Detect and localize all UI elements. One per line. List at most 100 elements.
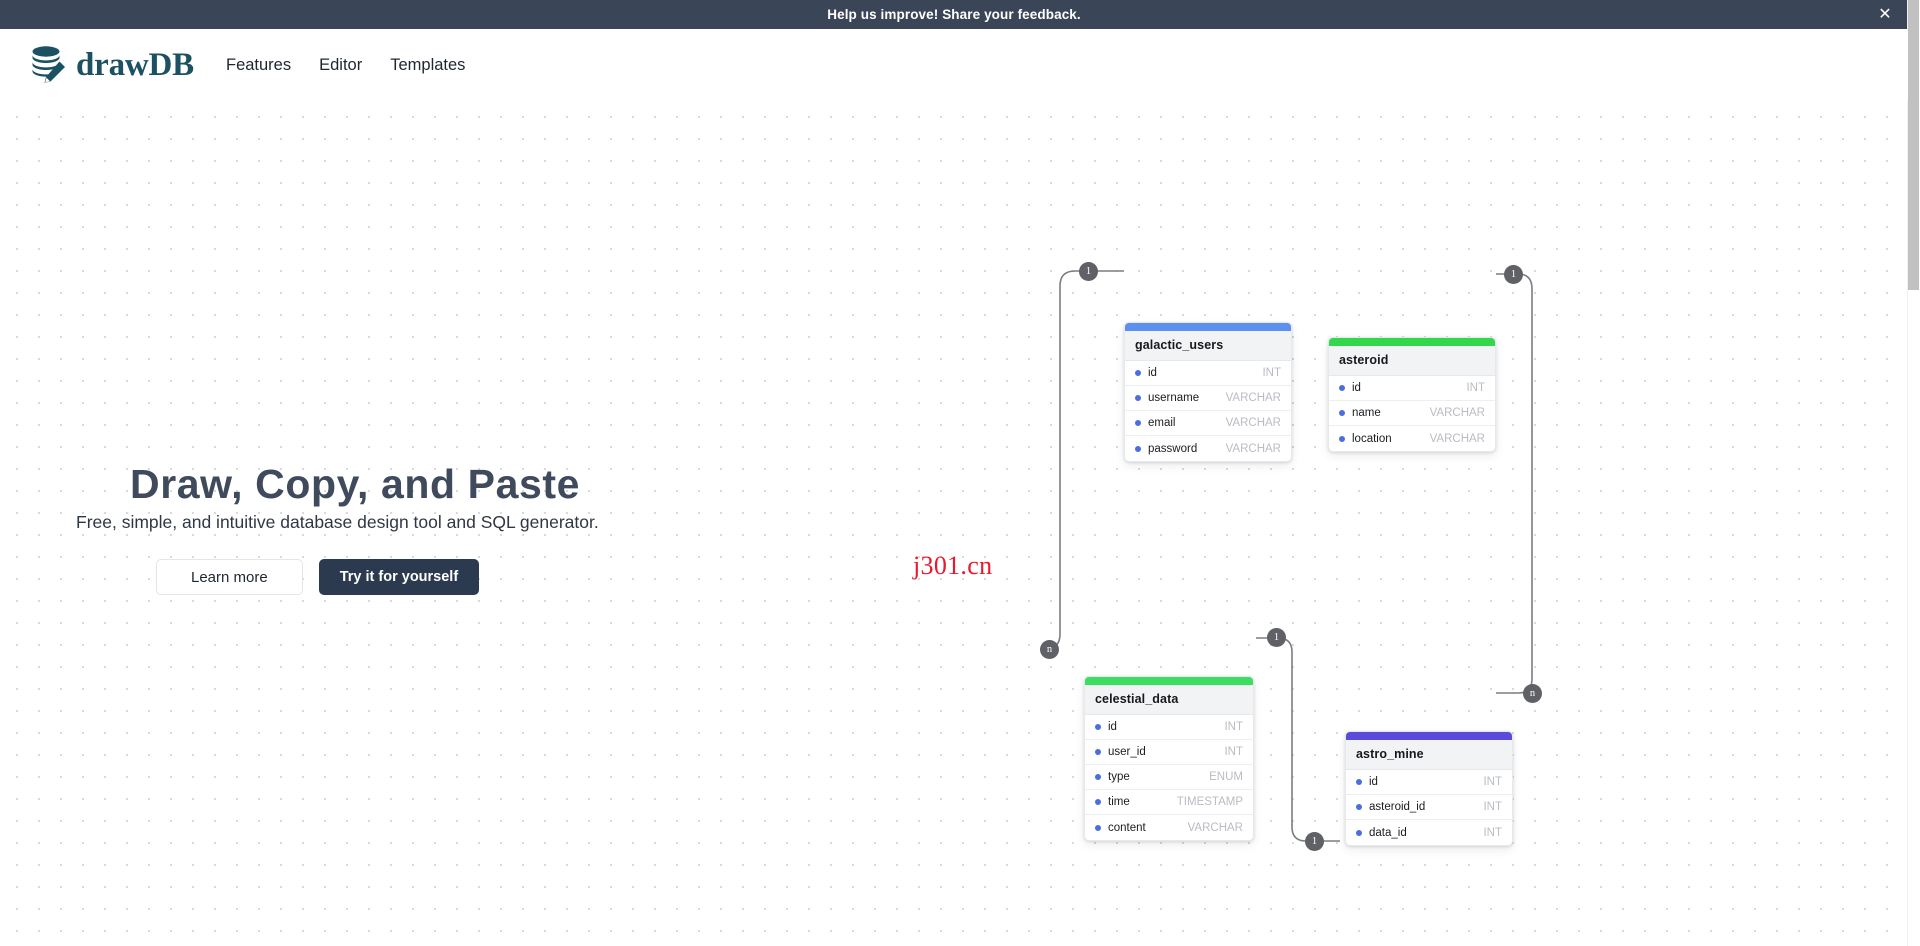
field-name: time	[1108, 796, 1130, 808]
field-key-dot-icon	[1095, 799, 1101, 805]
page-scrollbar[interactable]	[1907, 0, 1920, 946]
field-type: INT	[1466, 382, 1485, 394]
table-accent-bar	[1346, 732, 1512, 740]
field-name: id	[1148, 367, 1157, 379]
field-type: TIMESTAMP	[1176, 796, 1243, 808]
field-key-dot-icon	[1135, 445, 1141, 452]
er-table-galactic-users[interactable]: galactic_users id INT username VARCHAR e…	[1124, 322, 1292, 462]
field-name: data_id	[1369, 826, 1407, 839]
watermark-text: j301.cn	[913, 551, 993, 580]
field-key-dot-icon	[1356, 829, 1362, 836]
table-row[interactable]: type ENUM	[1085, 765, 1253, 790]
table-row[interactable]: username VARCHAR	[1125, 386, 1291, 411]
database-pencil-logo-icon	[28, 44, 68, 86]
brand[interactable]: drawDB	[28, 44, 194, 86]
field-type: INT	[1483, 801, 1502, 813]
field-name: username	[1148, 392, 1200, 404]
field-key-dot-icon	[1095, 824, 1101, 831]
field-type: ENUM	[1209, 771, 1243, 783]
site-header: drawDB Features Editor Templates	[0, 29, 1908, 101]
table-row[interactable]: content VARCHAR	[1085, 815, 1253, 840]
field-type: VARCHAR	[1187, 821, 1243, 834]
try-it-button[interactable]: Try it for yourself	[318, 559, 480, 595]
field-key-dot-icon	[1135, 395, 1141, 401]
field-type: VARCHAR	[1429, 407, 1485, 419]
field-key-dot-icon	[1356, 779, 1362, 785]
table-row[interactable]: time TIMESTAMP	[1085, 790, 1253, 815]
table-row[interactable]: id INT	[1085, 715, 1253, 740]
table-row[interactable]: asteroid_id INT	[1346, 795, 1512, 820]
nav-link-editor[interactable]: Editor	[319, 56, 362, 75]
table-title: celestial_data	[1085, 685, 1253, 715]
field-key-dot-icon	[1339, 435, 1345, 442]
table-title: asteroid	[1329, 346, 1495, 376]
field-type: VARCHAR	[1225, 392, 1281, 404]
table-row[interactable]: data_id INT	[1346, 820, 1512, 845]
field-type: VARCHAR	[1429, 432, 1485, 445]
table-title: astro_mine	[1346, 740, 1512, 770]
table-row[interactable]: user_id INT	[1085, 740, 1253, 765]
table-accent-bar	[1085, 677, 1253, 685]
table-row[interactable]: name VARCHAR	[1329, 401, 1495, 426]
scrollbar-thumb[interactable]	[1908, 0, 1919, 290]
feedback-banner: Help us improve! Share your feedback. ✕	[0, 0, 1908, 29]
er-table-asteroid[interactable]: asteroid id INT name VARCHAR location VA…	[1328, 337, 1496, 452]
cardinality-badge: 1	[1079, 262, 1098, 281]
er-table-celestial-data[interactable]: celestial_data id INT user_id INT type E…	[1084, 676, 1254, 841]
learn-more-button[interactable]: Learn more	[156, 559, 303, 595]
field-type: INT	[1224, 721, 1243, 733]
close-icon[interactable]: ✕	[1876, 6, 1894, 24]
table-accent-bar	[1329, 338, 1495, 346]
field-name: asteroid_id	[1369, 801, 1426, 813]
field-key-dot-icon	[1356, 804, 1362, 810]
cardinality-badge: n	[1523, 684, 1542, 703]
table-row[interactable]: email VARCHAR	[1125, 411, 1291, 436]
field-type: INT	[1224, 746, 1243, 758]
hero-subtitle: Free, simple, and intuitive database des…	[76, 512, 599, 532]
field-type: INT	[1483, 776, 1502, 788]
field-name: id	[1108, 721, 1117, 733]
field-name: content	[1108, 821, 1146, 834]
table-row[interactable]: id INT	[1329, 376, 1495, 401]
cardinality-badge: n	[1040, 640, 1059, 659]
field-key-dot-icon	[1095, 724, 1101, 730]
hero-title: Draw, Copy, and Paste	[130, 461, 581, 507]
field-name: id	[1352, 382, 1361, 394]
field-type: VARCHAR	[1225, 417, 1281, 429]
cardinality-badge: 1	[1267, 628, 1286, 647]
field-type: INT	[1262, 367, 1281, 379]
field-name: id	[1369, 776, 1378, 788]
feedback-banner-text: Help us improve! Share your feedback.	[827, 7, 1081, 22]
main-nav: Features Editor Templates	[226, 56, 465, 75]
table-title: galactic_users	[1125, 331, 1291, 361]
field-key-dot-icon	[1135, 370, 1141, 376]
page-root: Help us improve! Share your feedback. ✕ …	[0, 0, 1920, 946]
field-type: VARCHAR	[1225, 442, 1281, 455]
er-table-astro-mine[interactable]: astro_mine id INT asteroid_id INT data_i…	[1345, 731, 1513, 846]
cardinality-badge: 1	[1305, 832, 1324, 851]
field-key-dot-icon	[1095, 774, 1101, 780]
nav-link-templates[interactable]: Templates	[390, 56, 465, 75]
table-accent-bar	[1125, 323, 1291, 331]
field-type: INT	[1483, 826, 1502, 839]
field-key-dot-icon	[1095, 749, 1101, 755]
cardinality-badge: 1	[1504, 265, 1523, 284]
field-key-dot-icon	[1135, 420, 1141, 426]
table-row[interactable]: password VARCHAR	[1125, 436, 1291, 461]
hero-actions: Learn more Try it for yourself	[156, 559, 638, 595]
table-row[interactable]: id INT	[1125, 361, 1291, 386]
hero-canvas: Draw, Copy, and Paste Free, simple, and …	[0, 101, 1908, 946]
field-name: location	[1352, 432, 1392, 445]
field-name: email	[1148, 417, 1176, 429]
field-name: user_id	[1108, 746, 1146, 758]
field-key-dot-icon	[1339, 410, 1345, 416]
brand-name: drawDB	[76, 46, 194, 83]
table-row[interactable]: location VARCHAR	[1329, 426, 1495, 451]
field-key-dot-icon	[1339, 385, 1345, 391]
nav-link-features[interactable]: Features	[226, 56, 291, 75]
field-name: name	[1352, 407, 1381, 419]
field-name: password	[1148, 442, 1198, 455]
hero-section: Draw, Copy, and Paste Free, simple, and …	[76, 461, 638, 595]
field-name: type	[1108, 771, 1130, 783]
table-row[interactable]: id INT	[1346, 770, 1512, 795]
